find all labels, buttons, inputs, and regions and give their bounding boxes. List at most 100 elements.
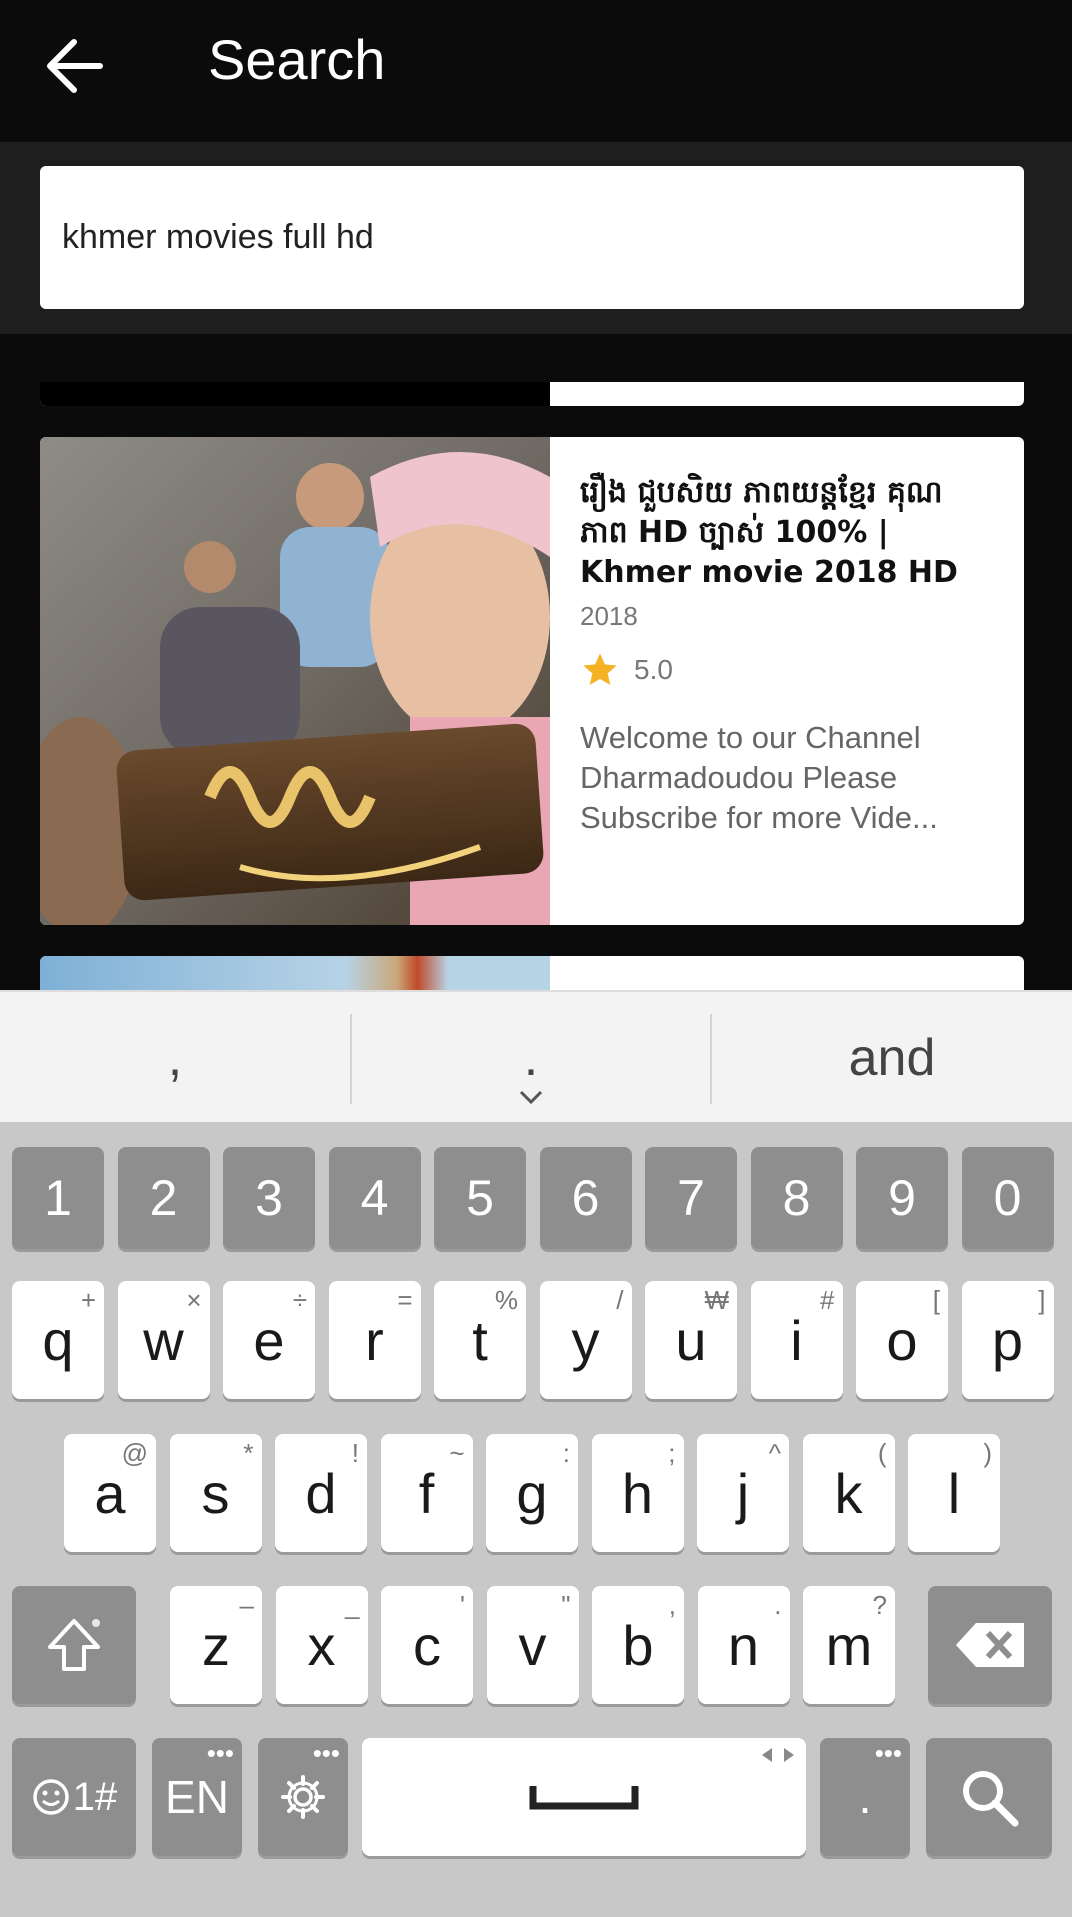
key-d-hint: !: [351, 1438, 359, 1468]
chevron-down-icon[interactable]: [518, 1088, 544, 1106]
back-arrow-icon[interactable]: [40, 26, 120, 106]
key-h-hint: ;: [668, 1438, 676, 1468]
key-8[interactable]: 8: [750, 1147, 843, 1249]
key-1-label: 1: [44, 1170, 72, 1226]
key-s-hint: *: [243, 1438, 254, 1468]
key-c[interactable]: c ': [381, 1586, 473, 1704]
key-0-label: 0: [993, 1170, 1022, 1226]
key-k-hint: (: [877, 1438, 887, 1468]
result-card-partial[interactable]: [40, 382, 1024, 406]
key-k[interactable]: k(: [802, 1434, 895, 1552]
key-3-label: 3: [255, 1170, 283, 1226]
key-u[interactable]: u ₩: [645, 1281, 737, 1399]
key-7-label: 7: [677, 1170, 705, 1226]
key-t[interactable]: t%: [434, 1281, 526, 1399]
key-y-label: y: [571, 1308, 600, 1372]
space-bar[interactable]: [362, 1738, 806, 1856]
key-g[interactable]: g:: [486, 1434, 578, 1552]
search-box[interactable]: [40, 166, 1024, 309]
result-thumbnail: [40, 956, 550, 990]
key-b-hint: ,: [668, 1590, 676, 1620]
key-x[interactable]: x _: [275, 1586, 368, 1704]
key-n[interactable]: n.: [697, 1586, 790, 1704]
key-p-hint: ]: [1038, 1285, 1046, 1315]
key-j[interactable]: j ^: [697, 1434, 789, 1552]
key-l-label: l: [947, 1461, 961, 1525]
key-v[interactable]: v ": [486, 1586, 579, 1704]
key-2-label: 2: [149, 1170, 178, 1226]
period-label: .: [858, 1771, 872, 1823]
key-2[interactable]: 2: [117, 1147, 210, 1249]
search-key[interactable]: [926, 1738, 1052, 1856]
key-a[interactable]: a @: [64, 1434, 156, 1552]
key-o-hint: [: [932, 1285, 940, 1315]
key-h-label: h: [621, 1461, 654, 1525]
search-input[interactable]: [62, 166, 1002, 309]
key-s[interactable]: s *: [169, 1434, 262, 1552]
settings-key[interactable]: •••: [258, 1738, 348, 1856]
key-4[interactable]: 4: [328, 1147, 421, 1249]
key-r[interactable]: r =: [328, 1281, 421, 1399]
app-bar: Search: [0, 0, 1072, 140]
key-p[interactable]: p]: [961, 1281, 1054, 1399]
key-f[interactable]: f ~: [380, 1434, 473, 1552]
key-x-label: x: [307, 1613, 336, 1677]
key-w[interactable]: w ×: [117, 1281, 210, 1399]
key-a-label: a: [94, 1461, 126, 1525]
key-m[interactable]: m?: [803, 1586, 895, 1704]
key-q-label: q: [42, 1308, 74, 1372]
key-d-label: d: [305, 1461, 337, 1525]
cursor-arrows-icon: [762, 1748, 794, 1762]
key-1[interactable]: 1: [12, 1147, 104, 1249]
key-b[interactable]: b,: [592, 1586, 684, 1704]
key-6[interactable]: 6: [539, 1147, 632, 1249]
key-7[interactable]: 7: [645, 1147, 737, 1249]
key-m-label: m: [825, 1613, 873, 1677]
key-u-label: u: [675, 1308, 707, 1372]
more-dots-icon: •••: [312, 1738, 340, 1768]
key-0[interactable]: 0: [961, 1147, 1054, 1249]
suggestion-and[interactable]: and: [712, 992, 1072, 1124]
language-key[interactable]: ••• EN: [152, 1738, 242, 1856]
more-dots-icon: •••: [874, 1738, 902, 1768]
shift-key[interactable]: [12, 1586, 136, 1704]
key-9[interactable]: 9: [856, 1147, 948, 1249]
result-thumbnail: [40, 382, 550, 406]
key-q-hint: +: [80, 1285, 96, 1315]
result-card-partial[interactable]: [40, 956, 1024, 990]
key-a-hint: @: [121, 1438, 148, 1468]
result-title[interactable]: រឿង ជួបសិយ ភាពយន្តខ្មែរ គុណភាព HD ច្បាស់…: [580, 473, 990, 593]
symbols-key[interactable]: 1#: [12, 1738, 136, 1856]
key-z[interactable]: z –: [170, 1586, 262, 1704]
key-d[interactable]: d!: [275, 1434, 367, 1552]
suggestion-comma[interactable]: ,: [0, 992, 350, 1124]
suggestion-bar: , . and: [0, 990, 1072, 1122]
result-rating: 5.0: [580, 650, 990, 690]
key-o[interactable]: o[: [856, 1281, 948, 1399]
key-x-hint: _: [345, 1590, 360, 1620]
key-4-label: 4: [360, 1170, 389, 1226]
results-list[interactable]: រឿង ជួបសិយ ភាពយន្តខ្មែរ គុណភាព HD ច្បាស់…: [0, 334, 1072, 990]
key-n-label: n: [727, 1613, 760, 1677]
key-o-label: o: [886, 1308, 918, 1372]
key-f-label: f: [418, 1461, 435, 1525]
key-h[interactable]: h;: [591, 1434, 684, 1552]
backspace-key[interactable]: [928, 1586, 1052, 1704]
key-y[interactable]: y /: [539, 1281, 632, 1399]
backspace-icon: [956, 1623, 1024, 1667]
key-i[interactable]: i #: [750, 1281, 843, 1399]
emoji-icon: [33, 1779, 69, 1815]
result-card[interactable]: រឿង ជួបសិយ ភាពយន្តខ្មែរ គុណភាព HD ច្បាស់…: [40, 437, 1024, 925]
key-5[interactable]: 5: [434, 1147, 526, 1249]
result-description: Welcome to our Channel Dharmadoudou Plea…: [580, 720, 938, 835]
key-e-hint: ÷: [292, 1285, 307, 1315]
search-icon: [963, 1771, 1019, 1827]
result-info: រឿង ជួបសិយ ភាពយន្តខ្មែរ គុណភាព HD ច្បាស់…: [580, 473, 990, 838]
key-q[interactable]: q +: [12, 1281, 104, 1399]
result-thumbnail: [40, 437, 550, 925]
key-i-label: i: [790, 1308, 803, 1372]
key-3[interactable]: 3: [223, 1147, 315, 1249]
period-key[interactable]: ••• .: [820, 1738, 910, 1856]
key-l[interactable]: l): [908, 1434, 1000, 1552]
key-e[interactable]: e ÷: [223, 1281, 315, 1399]
